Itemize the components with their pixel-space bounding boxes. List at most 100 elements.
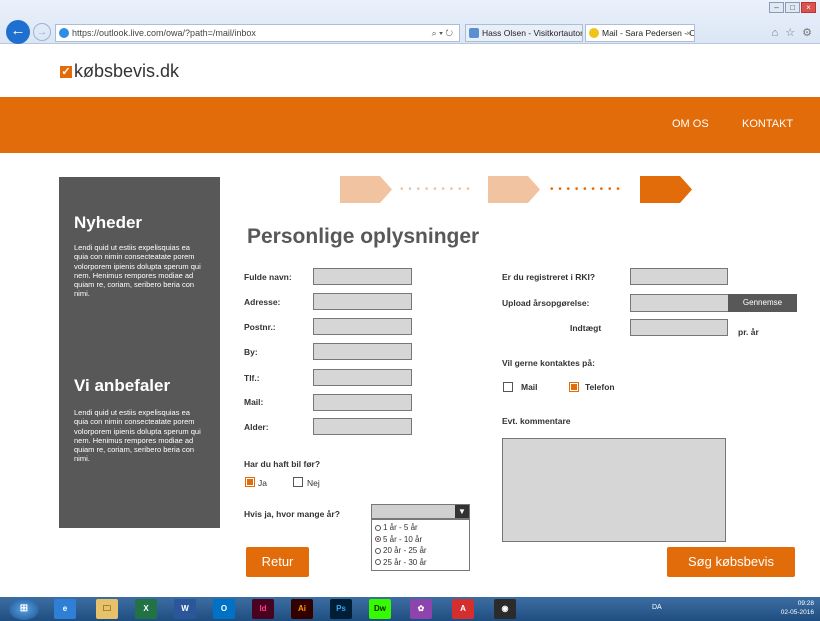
option-label: 20 år - 25 år [383,546,427,555]
years-dropdown[interactable]: ▼ [371,504,470,519]
checkmark-logo-icon: ✓ [60,65,72,78]
label-phone: Tlf.: [244,373,260,383]
car-yes-label: Ja [258,478,267,488]
file-explorer-icon[interactable]: 🗀 [96,599,118,619]
logo-text: købsbevis.dk [74,61,180,81]
clock-time: 09:28 [797,600,814,607]
age-field[interactable] [313,418,412,435]
back-button[interactable]: Retur [246,547,309,577]
start-button-icon[interactable]: ⊞ [9,598,39,620]
media-app-icon[interactable]: ◉ [494,599,516,619]
option-label: 5 år - 10 år [383,534,423,544]
years-question: Hvis ja, hvor mange år? [244,509,340,519]
nav-contact-link[interactable]: KONTAKT [742,118,793,130]
address-url: https://outlook.live.com/owa/?path=/mail… [72,28,256,38]
years-option[interactable]: 5 år - 10 år [375,534,466,546]
years-options-list: 1 år - 5 år 5 år - 10 år 20 år - 25 år 2… [371,519,470,571]
address-field[interactable] [313,293,412,310]
windows-taskbar: ⊞ e 🗀 X W O Id Ai Ps Dw ✿ A ◉ DA 09:28 0… [0,597,820,621]
dreamweaver-icon[interactable]: Dw [369,599,391,619]
radio-selected-icon[interactable] [375,536,381,543]
phone-field[interactable] [313,369,412,386]
tab-label: Hass Olsen - Visitkortautomat [482,28,582,38]
postcode-field[interactable] [313,318,412,335]
step-connector-1: • • • • • • • • • [400,184,471,195]
progress-steps: • • • • • • • • • • • • • • • • • • [340,176,695,204]
app-icon[interactable]: ✿ [410,599,432,619]
close-window-icon[interactable]: × [801,2,816,13]
contact-mail-checkbox[interactable] [503,382,513,392]
internet-explorer-icon[interactable]: e [54,599,76,619]
full-name-field[interactable] [313,268,412,285]
step-connector-2: • • • • • • • • • [550,184,621,195]
city-field[interactable] [313,343,412,360]
dropdown-arrow-icon[interactable]: ▼ [455,505,469,518]
comment-label: Evt. kommentare [502,416,571,426]
tab-favicon-icon [469,28,479,38]
system-clock[interactable]: 09:28 02-05-2016 [781,599,814,617]
contact-phone-label: Telefon [585,382,615,392]
maximize-icon[interactable]: □ [785,2,800,13]
minimize-icon[interactable]: – [769,2,784,13]
option-label: 1 år - 5 år [383,523,418,532]
radio-icon[interactable] [375,547,381,554]
income-suffix: pr. år [738,327,759,337]
car-yes-checkbox[interactable] [245,477,255,487]
contact-phone-checkbox[interactable] [569,382,579,392]
word-icon[interactable]: W [174,599,196,619]
sidebar: Nyheder Lendi quid ut estiis expelisquia… [59,177,220,528]
car-question: Har du haft bil før? [244,459,321,469]
contact-label: Vil gerne kontaktes på: [502,358,595,368]
language-indicator[interactable]: DA [652,604,662,611]
outlook-icon[interactable]: O [213,599,235,619]
label-address: Adresse: [244,297,281,307]
income-field[interactable] [630,319,728,336]
tab-close-icon[interactable]: × [686,25,691,41]
back-arrow-icon[interactable]: ← [6,20,30,44]
radio-icon[interactable] [375,524,381,531]
address-search-refresh-icon[interactable]: ⌕ ▾ ↻ [432,25,453,41]
tab-visitkortautomat[interactable]: Hass Olsen - Visitkortautomat [465,24,583,42]
tab-favicon-icon [589,28,599,38]
tab-outlook-mail[interactable]: Mail - Sara Pedersen - Outl... × [585,24,695,42]
photoshop-icon[interactable]: Ps [330,599,352,619]
years-option[interactable]: 1 år - 5 år [375,522,466,534]
radio-icon[interactable] [375,559,381,566]
comment-textarea[interactable] [502,438,726,542]
label-age: Alder: [244,422,269,432]
mail-field[interactable] [313,394,412,411]
acrobat-icon[interactable]: A [452,599,474,619]
rki-label: Er du registreret i RKI? [502,272,596,282]
years-option[interactable]: 25 år - 30 år [375,557,466,569]
car-no-checkbox[interactable] [293,477,303,487]
upload-file-field[interactable] [630,294,729,312]
label-city: By: [244,347,258,357]
browse-button[interactable]: Gennemse [728,294,797,312]
step-2-arrow-icon [488,176,540,203]
main-navigation: OM OS KONTAKT [0,97,820,153]
step-1-arrow-icon [340,176,392,203]
excel-icon[interactable]: X [135,599,157,619]
site-favicon-icon [59,28,69,38]
upload-label: Upload årsopgørelse: [502,298,590,308]
nav-about-link[interactable]: OM OS [672,118,709,130]
recommend-text: Lendi quid ut estiis expelisquias ea qui… [74,408,201,464]
site-logo[interactable]: ✓ købsbevis.dk [60,61,179,82]
submit-button[interactable]: Søg købsbevis [667,547,795,577]
label-full-name: Fulde navn: [244,272,292,282]
home-favorites-settings-icon[interactable]: ⌂ ☆ ⚙ [772,26,814,39]
tab-label: Mail - Sara Pedersen - Outl... [602,28,694,38]
step-3-arrow-icon [640,176,692,203]
news-text: Lendi quid ut estiis expelisquias ea qui… [74,243,201,299]
label-mail: Mail: [244,397,264,407]
forward-arrow-icon[interactable]: → [33,23,51,41]
rki-field[interactable] [630,268,728,285]
browser-toolbar: ← → https://outlook.live.com/owa/?path=/… [0,0,820,44]
years-option[interactable]: 20 år - 25 år [375,545,466,557]
news-heading: Nyheder [74,213,143,232]
address-bar[interactable]: https://outlook.live.com/owa/?path=/mail… [55,24,460,42]
page-title: Personlige oplysninger [247,225,480,248]
indesign-icon[interactable]: Id [252,599,274,619]
illustrator-icon[interactable]: Ai [291,599,313,619]
clock-date: 02-05-2016 [780,609,814,616]
